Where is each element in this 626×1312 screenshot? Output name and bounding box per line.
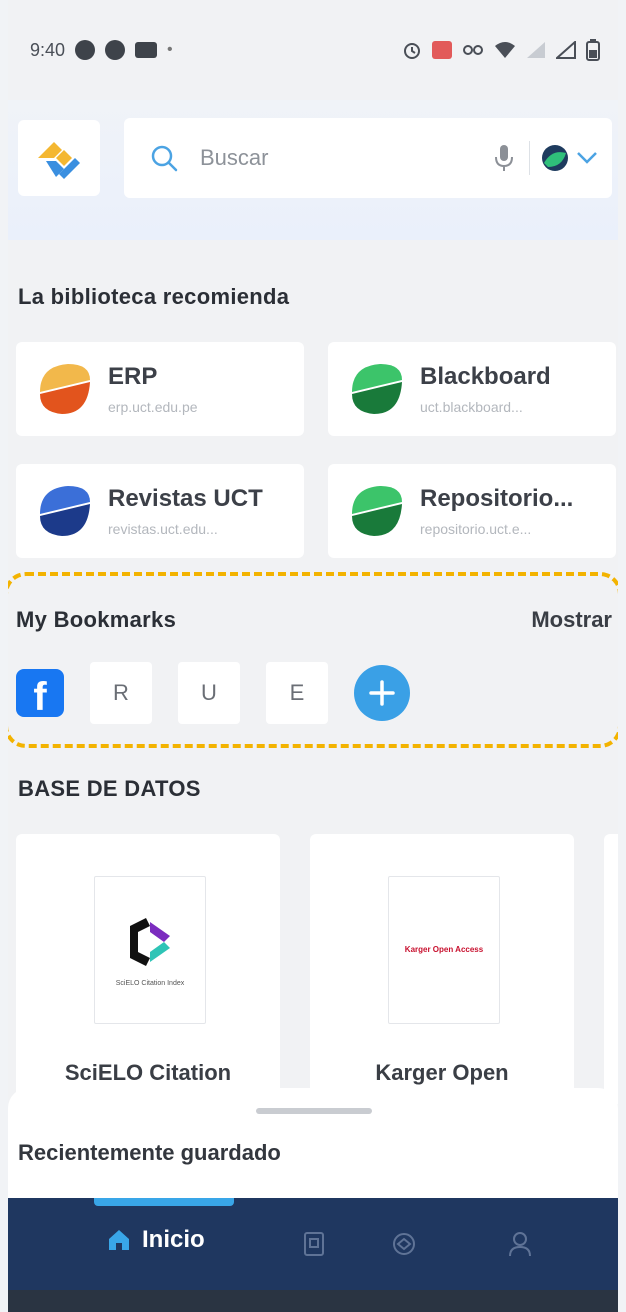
recommended-card-erp[interactable]: ERP erp.uct.edu.pe xyxy=(16,342,304,436)
system-gesture-bar xyxy=(8,1290,618,1312)
blackboard-icon xyxy=(352,364,402,414)
recommended-card-title: Repositorio... xyxy=(420,485,574,512)
database-name: SciELO Citation xyxy=(64,1060,232,1085)
app-logo-icon xyxy=(38,142,80,179)
status-time: 9:40 xyxy=(30,39,66,60)
database-name: Karger Open xyxy=(375,1060,509,1085)
app-logo[interactable] xyxy=(18,120,100,196)
bookmark-tile[interactable]: U xyxy=(178,662,240,724)
signal-icon xyxy=(527,42,545,58)
recommended-card-title: Blackboard xyxy=(420,363,551,390)
karger-logo-text: Karger Open Access xyxy=(404,944,484,954)
database-card-karger[interactable]: Karger Open Access Karger Open xyxy=(310,834,574,1104)
recommended-card-url: revistas.uct.edu... xyxy=(108,521,218,537)
youtube-notification-icon xyxy=(135,42,158,58)
bookmarks-show-button[interactable]: Mostrar xyxy=(531,607,612,633)
microphone-icon[interactable] xyxy=(489,138,519,178)
bookmark-list-icon xyxy=(304,1232,324,1256)
nav-home-label: Inicio xyxy=(142,1226,205,1253)
search-icon xyxy=(146,140,182,176)
status-bar-right xyxy=(402,39,600,61)
recommended-card-text: Blackboard uct.blackboard... xyxy=(420,363,551,415)
recent-saved-sheet[interactable]: Recientemente guardado xyxy=(8,1088,618,1198)
search-input[interactable] xyxy=(200,145,430,171)
facebook-notification-icon xyxy=(75,40,96,60)
recommended-card-revistas[interactable]: Revistas UCT revistas.uct.edu... xyxy=(16,464,304,558)
status-bar: 9:40 • xyxy=(8,0,618,100)
facebook-notification-icon-2 xyxy=(105,40,126,60)
nav-item-profile[interactable] xyxy=(504,1228,536,1260)
repositorio-icon xyxy=(352,486,402,536)
wifi-icon xyxy=(495,42,515,58)
app-screen: 9:40 • Buscar La biblioteca recomienda E… xyxy=(8,0,618,1312)
scielo-logo: SciELO Citation Index xyxy=(94,876,206,1024)
nav-active-indicator xyxy=(94,1198,234,1206)
recommended-title: La biblioteca recomienda xyxy=(18,284,290,309)
recommended-card-text: ERP erp.uct.edu.pe xyxy=(108,363,198,415)
recommended-card-repositorio[interactable]: Repositorio... repositorio.uct.e... xyxy=(328,464,616,558)
recommended-card-url: uct.blackboard... xyxy=(420,399,523,415)
status-bar-left: 9:40 • xyxy=(30,40,173,61)
recommended-card-text: Repositorio... repositorio.uct.e... xyxy=(420,485,573,537)
recommended-card-text: Revistas UCT revistas.uct.edu... xyxy=(108,485,263,537)
nav-item-saved[interactable] xyxy=(298,1228,330,1260)
link-icon xyxy=(463,45,483,55)
recommended-card-title: Revistas UCT xyxy=(108,485,263,512)
sheet-drag-handle[interactable] xyxy=(256,1108,372,1114)
layers-icon xyxy=(393,1233,415,1255)
home-icon xyxy=(109,1230,129,1250)
more-notifications-icon: • xyxy=(167,41,173,58)
search-bar[interactable] xyxy=(124,118,612,198)
database-card-partial[interactable] xyxy=(604,834,618,1104)
database-card-scielo[interactable]: SciELO Citation Index SciELO Citation xyxy=(16,834,280,1104)
globe-icon xyxy=(542,145,568,171)
battery-icon xyxy=(586,39,600,61)
chevron-down-icon xyxy=(577,152,597,164)
signal-icon-2 xyxy=(556,41,576,59)
nav-item-home[interactable]: Inicio xyxy=(106,1226,205,1254)
search-divider xyxy=(529,141,530,175)
scielo-logo-icon xyxy=(130,917,170,966)
alarm-icon xyxy=(404,43,420,59)
bookmark-tile[interactable]: R xyxy=(90,662,152,724)
erp-icon xyxy=(40,364,90,414)
add-bookmark-button[interactable] xyxy=(354,665,410,721)
data-saver-icon xyxy=(432,41,452,59)
recommended-card-url: erp.uct.edu.pe xyxy=(108,399,198,415)
bookmark-tile[interactable]: E xyxy=(266,662,328,724)
facebook-bookmark-icon[interactable]: f xyxy=(16,669,64,717)
recommended-card-url: repositorio.uct.e... xyxy=(420,521,532,537)
recommended-card-blackboard[interactable]: Blackboard uct.blackboard... xyxy=(328,342,616,436)
bottom-nav: Inicio xyxy=(8,1198,618,1290)
databases-title: BASE DE DATOS xyxy=(18,776,201,801)
app-header xyxy=(8,100,618,240)
bookmarks-row: f R U E xyxy=(16,662,410,724)
source-selector[interactable] xyxy=(540,143,598,173)
karger-logo: Karger Open Access xyxy=(388,876,500,1024)
scielo-logo-text: SciELO Citation Index xyxy=(115,979,185,987)
revistas-icon xyxy=(40,486,90,536)
plus-icon xyxy=(369,680,395,706)
recommended-card-title: ERP xyxy=(108,363,158,390)
bookmarks-title: My Bookmarks xyxy=(16,607,177,632)
nav-item-databases[interactable] xyxy=(388,1228,420,1260)
recent-saved-title: Recientemente guardado xyxy=(18,1140,281,1165)
user-icon xyxy=(509,1232,531,1257)
